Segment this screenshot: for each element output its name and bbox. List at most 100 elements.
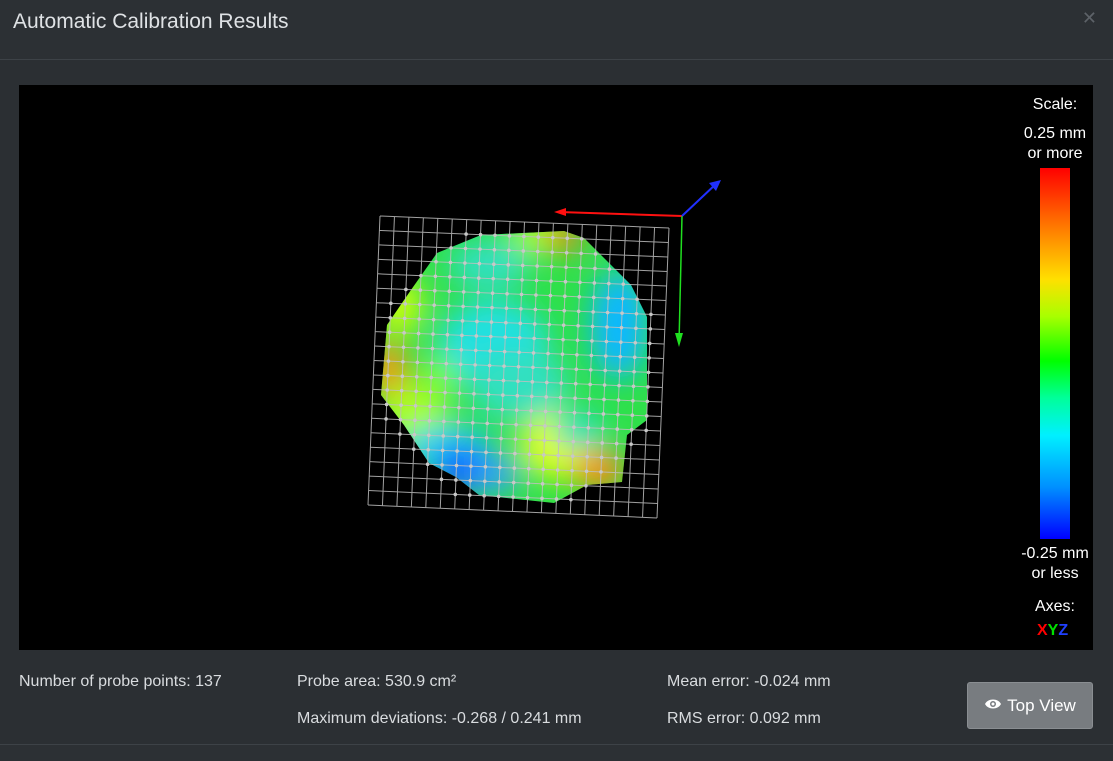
probe-point (591, 310, 595, 314)
probe-point (571, 439, 576, 444)
probe-point (579, 251, 583, 256)
probe-point (545, 380, 549, 385)
probe-point (620, 311, 624, 315)
probe-point (555, 468, 560, 472)
probe-point (402, 316, 407, 321)
probe-point (549, 264, 554, 269)
probe-point (649, 312, 653, 317)
probe-point (565, 236, 570, 241)
probe-point (525, 495, 530, 500)
probe-point (531, 351, 536, 355)
probe-point (532, 322, 537, 326)
probe-point (586, 426, 591, 430)
probe-point (493, 233, 497, 238)
probe-point (576, 309, 581, 314)
probe-point (387, 330, 392, 335)
probe-point (528, 423, 533, 428)
probe-point (647, 341, 652, 346)
probe-point (559, 381, 564, 385)
probe-point (472, 377, 477, 382)
probe-point (573, 381, 578, 386)
probe-points-stat: Number of probe points: 137 (19, 673, 222, 690)
probe-point (514, 422, 518, 427)
max-deviation-stat: Maximum deviations: -0.268 / 0.241 mm (297, 710, 582, 727)
scale-max-suffix: or more (1027, 145, 1083, 162)
probe-point (501, 393, 505, 397)
probe-point (614, 456, 618, 460)
probe-point (521, 249, 526, 253)
probe-point (488, 349, 493, 353)
probe-point (635, 297, 639, 302)
axis-x-label: X (1037, 622, 1048, 639)
probe-point (526, 481, 530, 485)
probe-point (511, 495, 515, 499)
probe-point (434, 259, 438, 264)
probe-point (634, 311, 639, 316)
probe-point (417, 302, 422, 307)
probe-point (602, 383, 607, 387)
probe-point (431, 317, 436, 322)
probe-point (385, 388, 390, 392)
probe-point (601, 426, 605, 431)
probe-point (617, 383, 621, 388)
probe-point (517, 336, 522, 340)
probe-point (458, 362, 463, 367)
heightmap-viewport[interactable]: Scale: 0.25 mm or more -0.25 mm or less … (19, 85, 1093, 650)
probe-point (588, 368, 593, 372)
probe-point (629, 427, 634, 432)
probe-point (644, 428, 648, 433)
probe-point (562, 308, 567, 313)
probe-point (647, 356, 651, 360)
probe-point (414, 375, 419, 379)
axis-y-label: Y (1047, 622, 1059, 639)
top-view-button[interactable]: Top View (967, 682, 1093, 729)
probe-point (604, 354, 608, 358)
probe-point (414, 389, 418, 394)
probe-point (572, 425, 576, 429)
probe-point (500, 407, 505, 412)
probe-point (577, 295, 582, 299)
probe-point (511, 480, 516, 485)
probe-point (575, 338, 580, 343)
probe-point (489, 320, 494, 324)
probe-point (412, 432, 417, 437)
mean-error-stat: Mean error: -0.024 mm (667, 673, 831, 690)
probe-point (646, 385, 650, 389)
probe-point (534, 278, 539, 283)
probe-point (388, 315, 393, 320)
probe-point (473, 348, 478, 353)
probe-point (576, 323, 580, 328)
probe-point (483, 464, 488, 469)
probe-point (584, 483, 588, 488)
probe-point (498, 465, 502, 470)
probe-point (604, 339, 609, 344)
rms-error-stat: RMS error: 0.092 mm (667, 710, 821, 727)
probe-point (554, 497, 559, 501)
probe-point (513, 451, 517, 456)
probe-point (448, 260, 453, 265)
probe-point (444, 361, 449, 366)
close-icon[interactable]: ✕ (1082, 8, 1097, 29)
probe-point (490, 305, 494, 310)
probe-point (476, 290, 480, 295)
probe-point (384, 417, 388, 421)
probe-point (458, 376, 462, 381)
probe-point (404, 287, 408, 292)
probe-point (403, 302, 408, 306)
probe-point (515, 393, 520, 398)
probe-point (634, 326, 638, 331)
probe-point (527, 452, 532, 457)
probe-point (440, 448, 445, 453)
probe-point (446, 318, 450, 323)
probe-point (520, 278, 524, 282)
probe-point (621, 282, 626, 286)
probe-point (599, 470, 603, 474)
probe-point (607, 281, 611, 286)
probe-point (487, 378, 491, 382)
probe-point (399, 403, 403, 407)
probe-point (619, 325, 624, 330)
probe-point (575, 352, 579, 357)
top-view-label: Top View (1007, 695, 1076, 715)
probe-point (618, 354, 623, 359)
probe-point (584, 469, 589, 474)
